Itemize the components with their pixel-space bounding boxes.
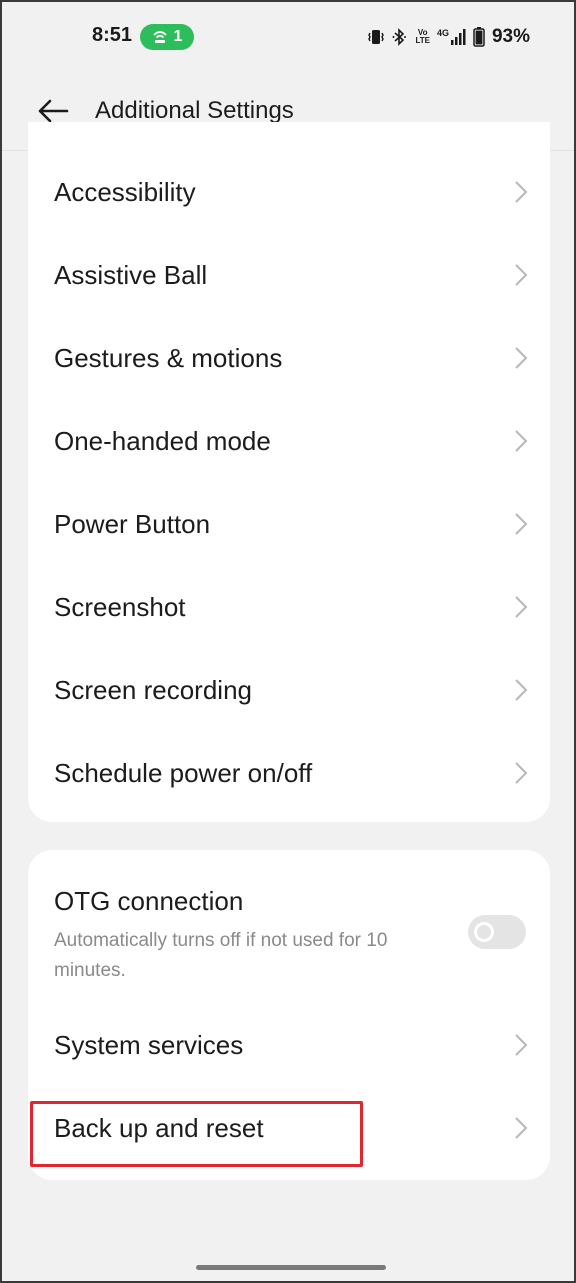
settings-item-one-handed-mode[interactable]: One-handed mode	[28, 399, 550, 481]
toggle-knob	[474, 922, 494, 942]
home-indicator[interactable]	[196, 1265, 386, 1270]
hotspot-icon	[152, 31, 167, 43]
settings-item-back-up-reset[interactable]: Back up and reset	[28, 1088, 550, 1170]
settings-item-label: Screen recording	[54, 675, 252, 705]
status-bar: 8:51 1 Vo LTE 4G 93%	[2, 2, 574, 72]
settings-item-screenshot[interactable]: Screenshot	[28, 565, 550, 647]
battery-percent: 93%	[491, 26, 530, 47]
bluetooth-icon	[392, 28, 407, 46]
battery-icon	[473, 27, 485, 47]
otg-toggle[interactable]	[468, 915, 526, 949]
signal-bars-icon	[450, 29, 466, 45]
chevron-right-icon	[515, 347, 528, 369]
signal-icon: 4G	[437, 28, 466, 46]
chevron-right-icon	[515, 679, 528, 701]
settings-group-secondary: OTG connection Automatically turns off i…	[28, 850, 550, 1180]
settings-item-label: Power Button	[54, 509, 211, 539]
volte-bottom: LTE	[415, 36, 430, 45]
hotspot-indicator[interactable]: 1	[140, 24, 194, 50]
status-time: 8:51	[92, 24, 133, 46]
settings-item-label: Accessibility	[54, 177, 196, 207]
chevron-right-icon	[515, 513, 528, 535]
vibrate-icon	[368, 30, 385, 44]
chevron-right-icon	[515, 181, 528, 203]
settings-group-main: Accessibility Assistive Ball Gestures & …	[28, 122, 550, 822]
back-arrow-icon	[38, 99, 69, 123]
settings-item-accessibility[interactable]: Accessibility	[28, 150, 550, 232]
chevron-right-icon	[515, 1117, 528, 1139]
settings-item-label: One-handed mode	[54, 426, 271, 456]
otg-label: OTG connection	[54, 886, 244, 916]
page-title: Additional Settings	[95, 97, 294, 124]
chevron-right-icon	[515, 762, 528, 784]
settings-item-screen-recording[interactable]: Screen recording	[28, 648, 550, 730]
chevron-right-icon	[515, 430, 528, 452]
settings-item-label: Schedule power on/off	[54, 758, 313, 788]
settings-item-label: System services	[54, 1030, 244, 1060]
status-icons: Vo LTE 4G 93%	[367, 24, 530, 50]
settings-item-otg-connection[interactable]: OTG connection Automatically turns off i…	[28, 868, 550, 996]
volte-icon: Vo LTE	[415, 29, 430, 45]
chevron-right-icon	[515, 1034, 528, 1056]
settings-item-schedule-power[interactable]: Schedule power on/off	[28, 731, 550, 813]
settings-item-gestures-motions[interactable]: Gestures & motions	[28, 316, 550, 398]
settings-item-label: Gestures & motions	[54, 343, 283, 373]
chevron-right-icon	[515, 264, 528, 286]
settings-item-label: Assistive Ball	[54, 260, 208, 290]
settings-item-assistive-ball[interactable]: Assistive Ball	[28, 233, 550, 315]
settings-item-power-button[interactable]: Power Button	[28, 482, 550, 564]
chevron-right-icon	[515, 596, 528, 618]
settings-item-label: Back up and reset	[54, 1113, 264, 1143]
settings-item-label: Screenshot	[54, 592, 186, 622]
hotspot-count: 1	[173, 28, 183, 45]
otg-description: Automatically turns off if not used for …	[54, 930, 388, 981]
settings-item-system-services[interactable]: System services	[28, 1005, 550, 1087]
network-type: 4G	[436, 28, 449, 38]
